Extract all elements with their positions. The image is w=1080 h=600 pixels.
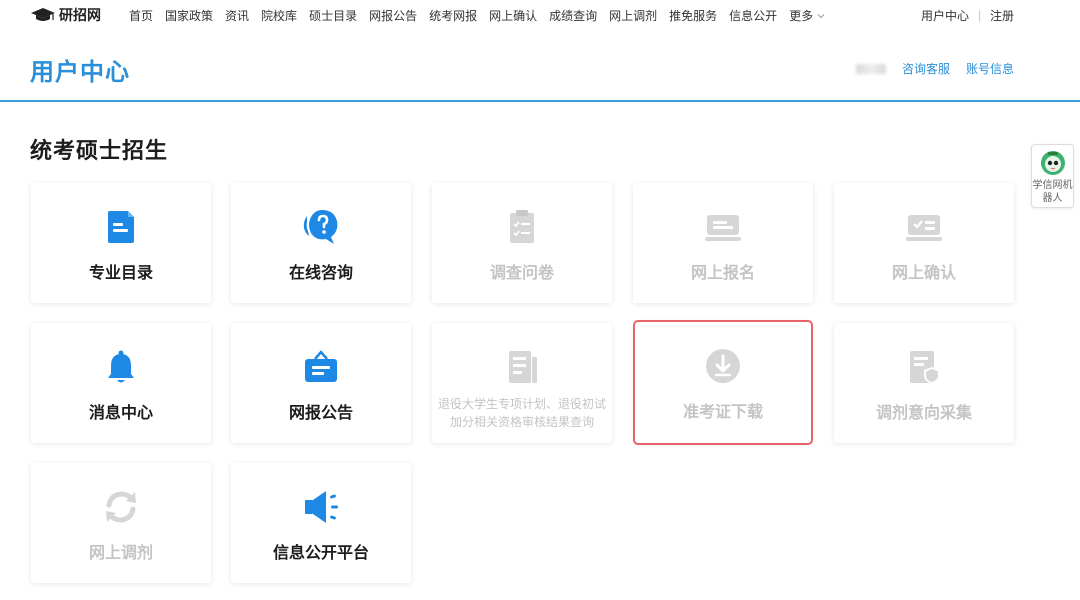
card-major-catalog[interactable]: 专业目录 [31,183,211,303]
card-label: 网上报名 [690,263,755,282]
speaker-icon [301,487,341,527]
chevron-down-icon [817,13,825,18]
nav-item-registration[interactable]: 统考网报 [429,7,477,24]
card-registration-notice[interactable]: 网报公告 [231,323,411,443]
bell-icon [101,347,141,387]
card-label: 消息中心 [88,403,153,422]
card-label: 调剂意向采集 [875,403,972,422]
nav-item-exemption[interactable]: 推免服务 [669,7,717,24]
main-menu: 首页 国家政策 资讯 院校库 硕士目录 网报公告 统考网报 网上确认 成绩查询 … [129,7,837,24]
card-label: 在线咨询 [288,263,353,282]
nav-item-policy[interactable]: 国家政策 [165,7,213,24]
nav-item-disclosure[interactable]: 信息公开 [729,7,777,24]
report-icon [502,347,542,387]
section-title: 统考硕士招生 [30,139,169,164]
card-label: 网上调剂 [88,543,153,562]
card-label: 信息公开平台 [272,543,369,562]
account-links: 用户中心 注册 [921,7,1014,24]
site-logo[interactable]: 研招网 [30,6,101,24]
refresh-icon [101,487,141,527]
card-label: 网上确认 [891,263,956,282]
laptop-check-icon [904,207,944,247]
card-online-consult[interactable]: 在线咨询 [231,183,411,303]
nav-item-news[interactable]: 资讯 [225,7,249,24]
card-message-center[interactable]: 消息中心 [31,323,211,443]
card-online-registration[interactable]: 网上报名 [633,183,813,303]
laptop-icon [703,207,743,247]
header-links: 咨询客服 账号信息 [855,60,1014,77]
card-online-confirmation[interactable]: 网上确认 [834,183,1014,303]
user-center-link[interactable]: 用户中心 [921,7,969,24]
card-label: 退役大学生专项计划、退役初试加分相关资格审核结果查询 [438,397,607,429]
notice-board-icon [301,347,341,387]
nav-more-label: 更多 [789,9,814,23]
blurred-username [855,63,886,74]
card-label: 调查问卷 [489,263,554,282]
robot-avatar-icon [1040,151,1065,175]
chatbot-label: 学信网机器人 [1032,180,1073,204]
card-online-adjustment[interactable]: 网上调剂 [31,463,211,583]
page-header: 用户中心 咨询客服 账号信息 [0,30,1080,102]
nav-item-home[interactable]: 首页 [129,7,153,24]
doc-shield-icon [904,347,944,387]
logo-text: 研招网 [59,8,101,24]
nav-item-adjustment[interactable]: 网上调剂 [609,7,657,24]
nav-more-menu[interactable]: 更多 [789,7,825,24]
card-veteran-qualification-query[interactable]: 退役大学生专项计划、退役初试加分相关资格审核结果查询 [432,323,612,443]
download-icon [703,346,743,386]
document-icon [101,207,141,247]
top-navigation: 研招网 首页 国家政策 资讯 院校库 硕士目录 网报公告 统考网报 网上确认 成… [0,0,1080,30]
clipboard-icon [502,207,542,247]
customer-service-link[interactable]: 咨询客服 [902,60,950,77]
card-adjustment-intention[interactable]: 调剂意向采集 [834,323,1014,443]
nav-item-confirmation[interactable]: 网上确认 [489,7,537,24]
card-admission-ticket-download[interactable]: 准考证下载 [633,320,813,445]
nav-divider [978,9,980,22]
page-title: 用户中心 [30,58,130,86]
graduation-cap-icon [31,8,55,21]
card-label: 网报公告 [288,403,353,422]
card-label: 准考证下载 [682,402,763,421]
nav-item-schools[interactable]: 院校库 [261,7,297,24]
nav-item-scores[interactable]: 成绩查询 [549,7,597,24]
register-link[interactable]: 注册 [990,7,1014,24]
account-info-link[interactable]: 账号信息 [966,60,1014,77]
nav-item-announcements[interactable]: 网报公告 [369,7,417,24]
nav-item-catalog[interactable]: 硕士目录 [309,7,357,24]
question-chat-icon [301,207,341,247]
card-label: 专业目录 [88,263,153,282]
card-information-disclosure[interactable]: 信息公开平台 [231,463,411,583]
card-survey[interactable]: 调查问卷 [432,183,612,303]
chatbot-widget[interactable]: 学信网机器人 [1031,144,1074,208]
